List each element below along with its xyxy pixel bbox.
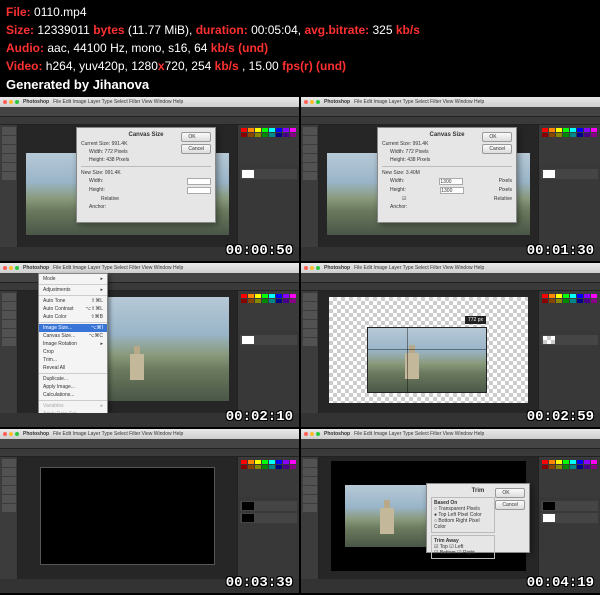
ok-button[interactable]: OK [181,132,211,142]
width-field[interactable] [187,178,211,185]
swatch-grid [542,128,597,137]
height-field[interactable]: 1300 [440,187,464,194]
size-label: Size: [6,23,34,37]
image-menu-dropdown[interactable]: Mode▸ Adjustments▸ Auto Tone⇧⌘L Auto Con… [38,273,108,427]
bitrate-label: avg.bitrate: [304,23,369,37]
size-unit: bytes [93,23,124,37]
video-unit: kb/s [215,59,239,73]
bitrate-value: 325 [372,23,392,37]
swatch-grid [241,294,296,303]
ok-button[interactable]: OK [495,488,525,498]
size-mib: (11.77 MiB) [128,23,189,37]
height-readout: Height: 438 Pixels [89,157,129,163]
timestamp: 00:03:39 [226,575,293,591]
timestamp: 00:02:59 [527,409,594,425]
thumb-3: PhotoshopFile Edit Image Layer Type Sele… [0,263,299,427]
timestamp: 00:02:10 [226,409,293,425]
black-document [40,467,215,565]
size-bytes: 12339011 [37,23,90,37]
toolbar [0,107,299,117]
anchor-label: Anchor: [89,204,106,210]
thumb-2: PhotoshopFile Edit Image Layer Type Sele… [301,97,600,261]
video-res2: 720, 254 [165,59,212,73]
swatch-grid [241,460,296,469]
trim-opt-bottomright[interactable]: Bottom Right Pixel Color [434,518,480,530]
thumb-6: PhotoshopFile Edit Image Layer Type Sele… [301,429,600,593]
right-panels [237,125,299,247]
cancel-button[interactable]: Cancel [181,144,211,154]
crop-frame[interactable]: 772 px [367,327,487,393]
timestamp: 00:00:50 [226,243,293,259]
canvas-area: Canvas Size OK Cancel Current Size: 991.… [18,125,237,247]
thumb-1: Photoshop File Edit Image Layer Type Sel… [0,97,299,261]
relative-checkbox[interactable]: Relative [494,196,512,202]
width-label: Width: [89,178,103,185]
audio-unit: kb/s (und) [211,41,268,55]
thumb-4: PhotoshopFile Edit Image Layer Type Sele… [301,263,600,427]
timestamp: 00:04:19 [527,575,594,591]
video-label: Video: [6,59,42,73]
image-size-menuitem[interactable]: Image Size... [43,325,72,331]
canvas-size-dialog: Canvas Size OKCancel Current Size: 991.4… [377,127,517,223]
file-value: 0110.mp4 [34,5,86,19]
app-name: Photoshop [23,99,49,105]
swatch-grid [542,294,597,303]
audio-codec: aac, 44100 Hz, mono, s16, 64 [47,41,207,55]
swatch-grid [542,460,597,469]
cancel-button[interactable]: Cancel [482,144,512,154]
cancel-button[interactable]: Cancel [495,500,525,510]
video-fps-unit: fps(r) (und) [282,59,346,73]
options-bar [0,117,299,125]
timestamp: 00:01:30 [527,243,594,259]
ok-button[interactable]: OK [482,132,512,142]
menu-items: File Edit Image Layer Type Select Filter… [53,99,183,105]
width-readout: Width: 772 Pixels [89,149,128,155]
swatch-grid [241,128,296,137]
new-size: New Size: 991.4K [81,170,121,176]
video-fps: , 15.00 [242,59,279,73]
audio-label: Audio: [6,41,44,55]
tool-panel [0,125,18,247]
height-field[interactable] [187,187,211,194]
height-label: Height: [89,187,105,194]
current-size: Current Size: 991.4K [81,141,127,147]
thumbnail-grid: Photoshop File Edit Image Layer Type Sel… [0,97,600,595]
trim-dialog: Trim OKCancel Based On ○ Transparent Pix… [426,483,530,553]
thumb-5: PhotoshopFile Edit Image Layer Type Sele… [0,429,299,593]
generated-by: Generated by Jihanova [6,75,594,95]
video-codec: h264, yuv420p, 1280 [46,59,158,73]
menubar: Photoshop File Edit Image Layer Type Sel… [0,97,299,107]
crop-size-label: 772 px [465,316,486,324]
canvas-size-dialog: Canvas Size OK Cancel Current Size: 991.… [76,127,216,223]
width-field[interactable]: 1300 [439,178,463,185]
video-x: x [158,59,165,73]
bitrate-unit: kb/s [396,23,420,37]
file-label: File: [6,5,31,19]
relative-checkbox[interactable]: Relative [101,196,119,202]
duration-value: 00:05:04 [251,23,298,37]
duration-label: duration: [196,23,248,37]
